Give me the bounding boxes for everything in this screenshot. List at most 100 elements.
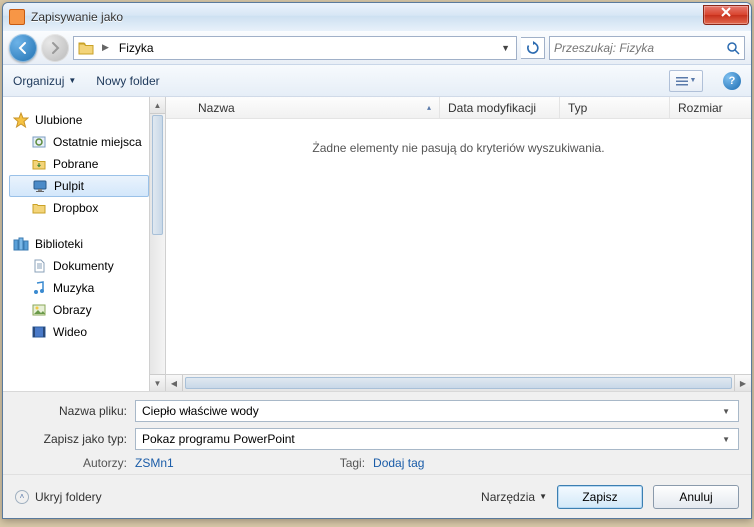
filename-label: Nazwa pliku: xyxy=(15,404,127,418)
chevron-up-icon: ˄ xyxy=(15,490,29,504)
recent-icon xyxy=(31,134,47,150)
libraries-icon xyxy=(13,236,29,252)
save-as-dialog: Zapisywanie jako ▶ Fizyka ▼ xyxy=(2,2,752,519)
desktop-icon xyxy=(32,178,48,194)
new-folder-button[interactable]: Nowy folder xyxy=(96,74,159,88)
new-folder-label: Nowy folder xyxy=(96,74,159,88)
scroll-left-arrow[interactable]: ◀ xyxy=(166,375,183,391)
close-button[interactable] xyxy=(703,5,749,25)
chevron-right-icon[interactable]: ▶ xyxy=(98,42,113,53)
folder-icon xyxy=(31,200,47,216)
tools-label: Narzędzia xyxy=(481,490,535,504)
hide-folders-label: Ukryj foldery xyxy=(35,490,102,504)
folder-icon xyxy=(31,156,47,172)
column-name[interactable]: Nazwa ▴ xyxy=(190,97,440,118)
horizontal-scrollbar[interactable]: ◀ ▶ xyxy=(166,374,751,391)
tags-value[interactable]: Dodaj tag xyxy=(373,456,424,470)
organize-label: Organizuj xyxy=(13,74,64,88)
column-size[interactable]: Rozmiar xyxy=(670,97,751,118)
sidebar-item-recent[interactable]: Ostatnie miejsca xyxy=(9,131,149,153)
column-size-label: Rozmiar xyxy=(678,97,723,119)
filetype-row: Zapisz jako typ: ▼ xyxy=(15,428,739,450)
video-icon xyxy=(31,324,47,340)
sidebar-item-label: Dokumenty xyxy=(53,259,114,273)
scroll-thumb[interactable] xyxy=(152,115,163,235)
sidebar-item-videos[interactable]: Wideo xyxy=(9,321,149,343)
document-icon xyxy=(31,258,47,274)
column-type[interactable]: Typ xyxy=(560,97,670,118)
star-icon xyxy=(13,112,29,128)
help-button[interactable]: ? xyxy=(723,72,741,90)
search-icon[interactable] xyxy=(726,41,740,55)
scroll-up-arrow[interactable]: ▲ xyxy=(150,97,165,114)
folder-icon xyxy=(78,40,94,56)
sidebar-item-dropbox[interactable]: Dropbox xyxy=(9,197,149,219)
filename-input[interactable] xyxy=(142,404,720,418)
sidebar-item-documents[interactable]: Dokumenty xyxy=(9,255,149,277)
sidebar-item-pictures[interactable]: Obrazy xyxy=(9,299,149,321)
scroll-thumb[interactable] xyxy=(185,377,732,389)
sidebar-item-label: Muzyka xyxy=(53,281,94,295)
view-options-button[interactable]: ▼ xyxy=(669,70,703,92)
tags-label: Tagi: xyxy=(340,456,365,470)
sidebar: Ulubione Ostatnie miejsca Pobrane Pulpit… xyxy=(3,97,149,391)
column-modified-label: Data modyfikacji xyxy=(448,97,536,119)
pictures-icon xyxy=(31,302,47,318)
sidebar-item-label: Dropbox xyxy=(53,201,98,215)
hide-folders-button[interactable]: ˄ Ukryj foldery xyxy=(15,490,102,504)
nav-forward-button[interactable] xyxy=(41,34,69,62)
address-bar[interactable]: ▶ Fizyka ▼ xyxy=(73,36,517,60)
sidebar-favorites[interactable]: Ulubione xyxy=(9,109,149,131)
sidebar-item-label: Ostatnie miejsca xyxy=(53,135,142,149)
file-list-area: Nazwa ▴ Data modyfikacji Typ Rozmiar Żad… xyxy=(166,97,751,391)
file-listing[interactable]: Żadne elementy nie pasują do kryteriów w… xyxy=(166,119,751,374)
sidebar-item-desktop[interactable]: Pulpit xyxy=(9,175,149,197)
filename-dropdown[interactable]: ▼ xyxy=(720,407,732,416)
toolbar: Organizuj ▼ Nowy folder ▼ ? xyxy=(3,65,751,97)
address-dropdown[interactable]: ▼ xyxy=(497,43,514,53)
sidebar-scrollbar[interactable]: ▲ ▼ xyxy=(149,97,166,391)
column-modified[interactable]: Data modyfikacji xyxy=(440,97,560,118)
app-icon xyxy=(9,9,25,25)
scroll-down-arrow[interactable]: ▼ xyxy=(150,374,165,391)
organize-button[interactable]: Organizuj ▼ xyxy=(13,74,76,88)
sidebar-libraries[interactable]: Biblioteki xyxy=(9,233,149,255)
filetype-input[interactable] xyxy=(142,432,720,446)
sidebar-item-music[interactable]: Muzyka xyxy=(9,277,149,299)
authors-value[interactable]: ZSMn1 xyxy=(135,456,174,470)
filetype-label: Zapisz jako typ: xyxy=(15,432,127,446)
metadata-row: Autorzy: ZSMn1 Tagi: Dodaj tag xyxy=(15,456,739,470)
column-headers: Nazwa ▴ Data modyfikacji Typ Rozmiar xyxy=(166,97,751,119)
sidebar-item-label: Pulpit xyxy=(54,179,84,193)
sidebar-item-label: Pobrane xyxy=(53,157,98,171)
titlebar[interactable]: Zapisywanie jako xyxy=(3,3,751,31)
column-type-label: Typ xyxy=(568,97,587,119)
search-input[interactable] xyxy=(554,41,722,55)
libraries-group: Biblioteki Dokumenty Muzyka Obrazy Wideo xyxy=(9,233,149,343)
body: Ulubione Ostatnie miejsca Pobrane Pulpit… xyxy=(3,97,751,391)
refresh-button[interactable] xyxy=(521,37,545,59)
filetype-dropdown[interactable]: ▼ xyxy=(720,435,732,444)
column-name-label: Nazwa xyxy=(198,97,235,119)
sidebar-item-label: Obrazy xyxy=(53,303,92,317)
save-button[interactable]: Zapisz xyxy=(557,485,643,509)
window-title: Zapisywanie jako xyxy=(31,10,703,24)
cancel-button[interactable]: Anuluj xyxy=(653,485,739,509)
navigation-bar: ▶ Fizyka ▼ xyxy=(3,31,751,65)
favorites-label: Ulubione xyxy=(35,113,82,127)
scroll-right-arrow[interactable]: ▶ xyxy=(734,375,751,391)
search-box[interactable] xyxy=(549,36,745,60)
nav-back-button[interactable] xyxy=(9,34,37,62)
music-icon xyxy=(31,280,47,296)
column-spacer xyxy=(166,97,190,118)
breadcrumb-folder[interactable]: Fizyka xyxy=(117,41,156,55)
filename-row: Nazwa pliku: ▼ xyxy=(15,400,739,422)
sidebar-item-downloads[interactable]: Pobrane xyxy=(9,153,149,175)
libraries-label: Biblioteki xyxy=(35,237,83,251)
empty-message: Żadne elementy nie pasują do kryteriów w… xyxy=(312,141,604,155)
sidebar-item-label: Wideo xyxy=(53,325,87,339)
save-form: Nazwa pliku: ▼ Zapisz jako typ: ▼ Autorz… xyxy=(3,391,751,474)
filetype-field[interactable]: ▼ xyxy=(135,428,739,450)
filename-field[interactable]: ▼ xyxy=(135,400,739,422)
tools-button[interactable]: Narzędzia ▼ xyxy=(481,490,547,504)
